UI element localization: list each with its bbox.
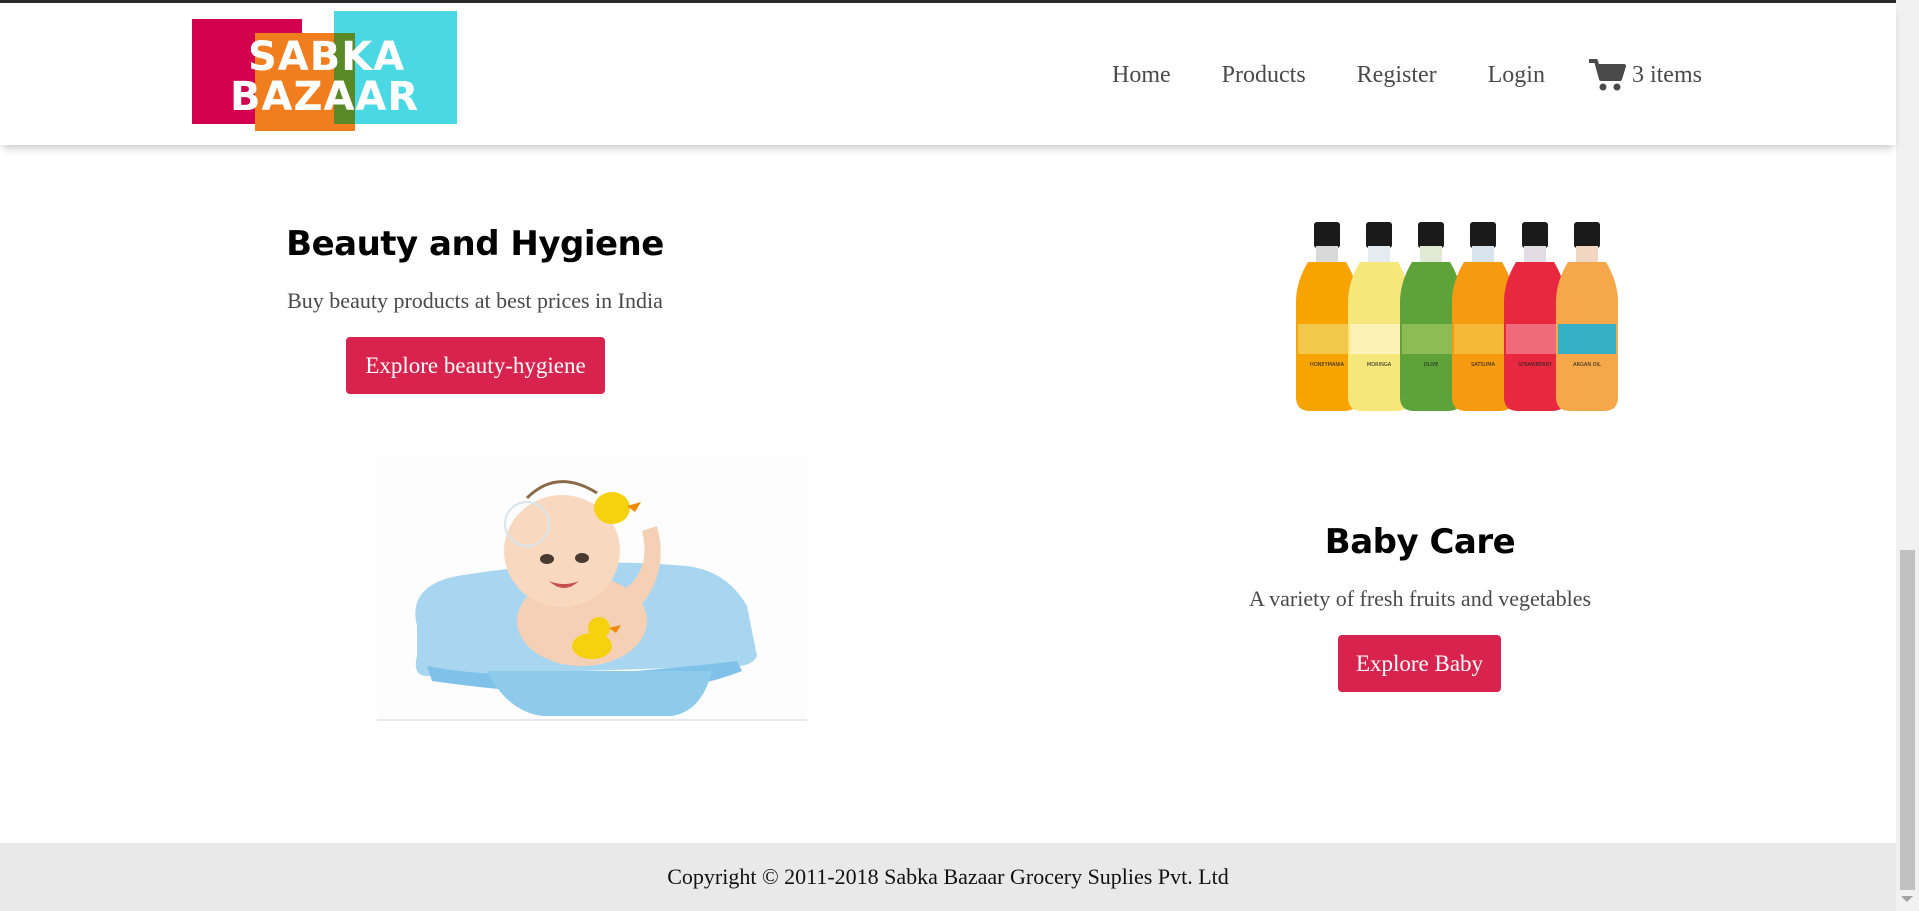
- baby-care-description: A variety of fresh fruits and vegetables: [1248, 586, 1592, 611]
- scrollbar-thumb[interactable]: [1900, 550, 1915, 890]
- beauty-hygiene-title: Beauty and Hygiene: [286, 224, 664, 264]
- main-nav: Home Products Register Login 3 items: [1112, 58, 1702, 92]
- site-header: SABKA BAZAAR Home Products Register Logi…: [0, 3, 1896, 145]
- beauty-hygiene-description: Buy beauty products at best prices in In…: [287, 288, 663, 313]
- cart-button[interactable]: 3 items: [1588, 58, 1702, 92]
- sabka-bazaar-logo[interactable]: SABKA BAZAAR: [192, 11, 457, 131]
- shower-gel-bottles-image: HONEYMANIA MORINGA OLIVE SATSUMA STRAWBE…: [1296, 222, 1618, 411]
- logo-text-line2: BAZAAR: [230, 74, 420, 120]
- bottle: [1556, 222, 1618, 411]
- nav-login-link[interactable]: Login: [1488, 62, 1545, 89]
- page: SABKA BAZAAR Home Products Register Logi…: [0, 0, 1919, 911]
- cart-count: 3 items: [1631, 61, 1702, 88]
- bottle-label: MORINGA: [1367, 362, 1392, 368]
- bottle-label: OLIVE: [1424, 362, 1439, 368]
- scroll-down-arrow-icon[interactable]: [1901, 896, 1913, 902]
- logo-text-line1: SABKA: [248, 34, 406, 80]
- nav-home-link[interactable]: Home: [1112, 62, 1171, 89]
- bottle-label: SATSUMA: [1471, 362, 1496, 368]
- bottle-label: ARGAN OIL: [1573, 362, 1601, 368]
- cart-icon: [1588, 59, 1626, 91]
- site-footer: Copyright © 2011-2018 Sabka Bazaar Groce…: [0, 843, 1896, 911]
- bottle-label: HONEYMANIA: [1310, 362, 1345, 368]
- copyright-text: Copyright © 2011-2018 Sabka Bazaar Groce…: [667, 864, 1229, 889]
- nav-register-link[interactable]: Register: [1357, 62, 1437, 89]
- bottle-label: STRAWBERRY: [1518, 362, 1553, 368]
- nav-products-link[interactable]: Products: [1222, 62, 1306, 89]
- explore-baby-button[interactable]: Explore Baby: [1338, 635, 1501, 692]
- baby-in-bathtub-image: [377, 456, 807, 721]
- baby-care-title: Baby Care: [1324, 522, 1516, 562]
- explore-beauty-hygiene-button[interactable]: Explore beauty-hygiene: [346, 337, 605, 394]
